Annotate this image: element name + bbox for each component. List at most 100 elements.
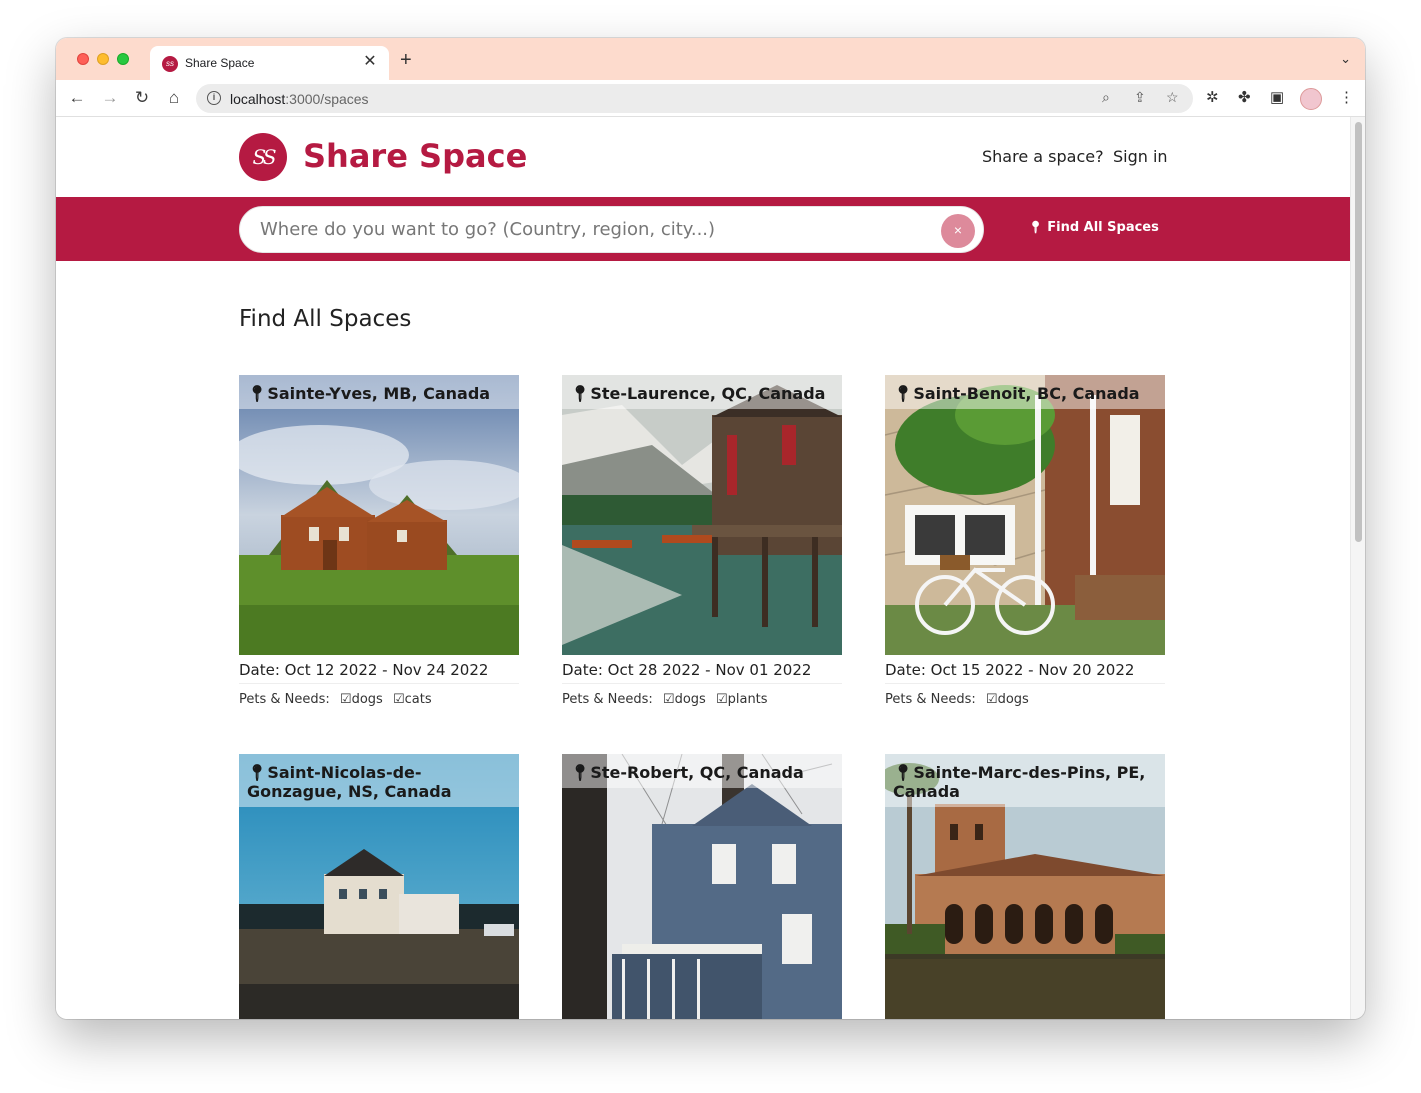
space-card[interactable]: 📍︎Saint-Benoit, BC, Canada Date: Oct 15 … — [885, 375, 1165, 707]
check-circle-icon: ☑︎ — [392, 692, 405, 707]
space-location-text: Saint-Benoit, BC, Canada — [913, 384, 1140, 403]
maximize-window-button[interactable] — [117, 53, 129, 65]
space-photo[interactable]: 📍︎Sainte-Yves, MB, Canada — [239, 375, 519, 655]
space-location: 📍︎Saint-Nicolas-de-Gonzague, NS, Canada — [239, 754, 519, 807]
zoom-icon[interactable]: ⌕ — [1102, 89, 1110, 106]
space-pets: Pets & Needs: ☑︎dogs ☑︎cats — [239, 692, 519, 707]
victorian-house-photo — [562, 754, 842, 1019]
forward-arrow-icon[interactable]: → — [98, 86, 122, 110]
bookmark-star-icon[interactable]: ☆ — [1166, 89, 1179, 106]
search-band: × 📍︎Find All Spaces — [56, 197, 1350, 261]
check-circle-icon: ☑︎ — [339, 692, 352, 707]
location-pin-icon: 📍︎ — [247, 763, 268, 782]
space-photo[interactable]: 📍︎Saint-Benoit, BC, Canada — [885, 375, 1165, 655]
pet-tag: ☑︎plants — [716, 692, 768, 707]
site-header: SS Share Space Share a space? Sign in — [56, 117, 1350, 197]
tab-search-chevron-icon[interactable]: ⌄ — [1340, 51, 1351, 67]
space-location: 📍︎Sainte-Yves, MB, Canada — [239, 375, 519, 409]
home-icon[interactable]: ⌂ — [162, 86, 186, 110]
back-arrow-icon[interactable]: ← — [65, 86, 89, 110]
space-location-text: Ste-Robert, QC, Canada — [590, 763, 804, 782]
pet-tag-label: dogs — [351, 692, 383, 707]
tab-strip: ss Share Space ✕ + ⌄ — [56, 38, 1365, 80]
clear-search-button[interactable]: × — [941, 214, 975, 248]
page-viewport: SS Share Space Share a space? Sign in × … — [56, 117, 1350, 1019]
brand-logo[interactable]: SS — [239, 133, 287, 181]
browser-tab[interactable]: ss Share Space ✕ — [150, 46, 389, 80]
pets-label: Pets & Needs: — [885, 692, 976, 707]
page-scrollbar[interactable] — [1350, 117, 1365, 1019]
location-pin-icon: 📍︎ — [570, 384, 591, 403]
browser-window: ss Share Space ✕ + ⌄ ← → ↻ ⌂ i localhost… — [56, 38, 1365, 1019]
tab-title: Share Space — [185, 56, 255, 70]
space-card[interactable]: 📍︎Sainte-Yves, MB, Canada Date: Oct 12 2… — [239, 375, 519, 707]
brand-name[interactable]: Share Space — [303, 137, 527, 175]
pet-tag: ☑︎dogs — [986, 692, 1029, 707]
location-pin-icon: 📍︎ — [893, 763, 914, 782]
pets-label: Pets & Needs: — [239, 692, 330, 707]
space-card[interactable]: 📍︎Ste-Laurence, QC, Canada Date: Oct 28 … — [562, 375, 842, 707]
pet-tag: ☑︎dogs — [663, 692, 706, 707]
space-photo[interactable]: 📍︎Ste-Laurence, QC, Canada — [562, 375, 842, 655]
check-circle-icon: ☑︎ — [662, 692, 675, 707]
location-pin-icon: 📍︎ — [247, 384, 268, 403]
space-photo[interactable]: 📍︎Ste-Robert, QC, Canada — [562, 754, 842, 1019]
scrollbar-thumb[interactable] — [1355, 122, 1362, 542]
space-location: 📍︎Sainte-Marc-des-Pins, PE, Canada — [885, 754, 1165, 807]
pet-tag-label: plants — [727, 692, 768, 707]
turf-houses-photo — [239, 375, 519, 655]
space-location: 📍︎Ste-Laurence, QC, Canada — [562, 375, 842, 409]
favicon-icon: ss — [162, 56, 178, 72]
space-pets: Pets & Needs: ☑︎dogs — [885, 692, 1165, 707]
space-dates: Date: Oct 15 2022 - Nov 20 2022 — [885, 661, 1165, 684]
location-pin-icon: 📍︎ — [570, 763, 591, 782]
find-all-spaces-label: Find All Spaces — [1047, 220, 1159, 235]
space-dates: Date: Oct 28 2022 - Nov 01 2022 — [562, 661, 842, 684]
pet-tag-label: dogs — [997, 692, 1029, 707]
lake-boathouse-photo — [562, 375, 842, 655]
space-photo[interactable]: 📍︎Sainte-Marc-des-Pins, PE, Canada — [885, 754, 1165, 1019]
reload-icon[interactable]: ↻ — [130, 86, 154, 110]
space-location-text: Saint-Nicolas-de-Gonzague, NS, Canada — [247, 763, 452, 801]
browser-menu-icon[interactable]: ⋮ — [1339, 88, 1354, 106]
check-circle-icon: ☑︎ — [715, 692, 728, 707]
space-location-text: Sainte-Marc-des-Pins, PE, Canada — [893, 763, 1146, 801]
site-info-icon[interactable]: i — [207, 91, 221, 105]
pets-label: Pets & Needs: — [562, 692, 653, 707]
space-photo[interactable]: 📍︎Saint-Nicolas-de-Gonzague, NS, Canada — [239, 754, 519, 1019]
profile-avatar[interactable] — [1300, 88, 1322, 110]
space-card[interactable]: 📍︎Saint-Nicolas-de-Gonzague, NS, Canada — [239, 754, 519, 1019]
extensions-puzzle-icon[interactable]: ✤ — [1238, 88, 1251, 106]
pet-tag: ☑︎cats — [393, 692, 432, 707]
search-input[interactable] — [260, 219, 920, 240]
space-location: 📍︎Saint-Benoit, BC, Canada — [885, 375, 1165, 409]
find-all-spaces-link[interactable]: 📍︎ Find All Spaces — [1028, 220, 1159, 235]
url-path: :3000/spaces — [285, 91, 369, 107]
extension-bug-icon[interactable]: ✲ — [1206, 88, 1219, 106]
browser-toolbar: ← → ↻ ⌂ i localhost:3000/spaces ⌕ ⇪ ☆ ✲ … — [56, 80, 1365, 117]
url-text[interactable]: localhost:3000/spaces — [230, 91, 369, 107]
page-title: Find All Spaces — [239, 306, 412, 332]
pet-tag-label: dogs — [674, 692, 706, 707]
location-pin-icon: 📍︎ — [893, 384, 914, 403]
close-window-button[interactable] — [77, 53, 89, 65]
new-tab-icon[interactable]: + — [400, 50, 412, 70]
space-dates: Date: Oct 12 2022 - Nov 24 2022 — [239, 661, 519, 684]
sign-in-link[interactable]: Sign in — [1113, 147, 1168, 166]
url-host: localhost — [230, 91, 286, 107]
share-icon[interactable]: ⇪ — [1134, 89, 1146, 106]
space-card[interactable]: 📍︎Sainte-Marc-des-Pins, PE, Canada — [885, 754, 1165, 1019]
share-space-link[interactable]: Share a space? — [982, 147, 1104, 166]
pet-tag-label: cats — [404, 692, 432, 707]
address-bar[interactable]: i localhost:3000/spaces ⌕ ⇪ ☆ — [196, 84, 1193, 113]
space-pets: Pets & Needs: ☑︎dogs ☑︎plants — [562, 692, 842, 707]
side-panel-icon[interactable]: ▣ — [1270, 88, 1284, 106]
bicycle-house-photo — [885, 375, 1165, 655]
minimize-window-button[interactable] — [97, 53, 109, 65]
space-card[interactable]: 📍︎Ste-Robert, QC, Canada — [562, 754, 842, 1019]
tab-close-icon[interactable]: ✕ — [361, 53, 379, 71]
location-pin-icon: 📍︎ — [1028, 220, 1044, 234]
space-location-text: Ste-Laurence, QC, Canada — [590, 384, 826, 403]
space-location: 📍︎Ste-Robert, QC, Canada — [562, 754, 842, 788]
search-box: × — [239, 206, 984, 253]
